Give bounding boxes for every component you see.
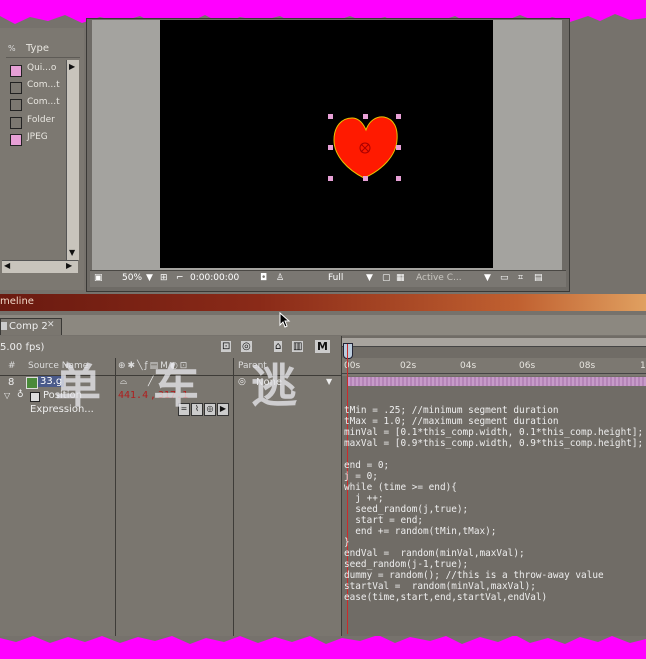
tab-comp-2[interactable]: Comp 2 ✕: [0, 318, 62, 335]
chevron-down-icon[interactable]: ▼: [326, 377, 332, 386]
always-preview-icon[interactable]: ▣: [94, 272, 103, 285]
fps-readout: 5.00 fps): [0, 342, 45, 353]
expression-line: end = 0;: [344, 460, 390, 471]
project-item[interactable]: Folder: [10, 115, 70, 129]
project-column-header: % Type: [6, 42, 80, 58]
snapshot-camera-icon[interactable]: ◘: [260, 272, 267, 285]
label-swatch: [10, 82, 22, 94]
project-item[interactable]: Qui...o: [10, 63, 70, 77]
type-column-header[interactable]: Type: [26, 43, 49, 54]
expression-line: maxVal = [0.9*this_comp.width, 0.9*this_…: [344, 438, 644, 449]
scroll-left-arrow-icon[interactable]: ◀: [4, 261, 10, 270]
comp-flowchart-icon[interactable]: ▤: [534, 272, 543, 285]
expression-line: j ++;: [344, 493, 384, 504]
scroll-right-arrow-icon[interactable]: ▶: [66, 261, 72, 270]
zoom-dropdown[interactable]: 50%: [122, 272, 142, 285]
footage-icon: [26, 377, 38, 389]
label-swatch: [10, 65, 22, 77]
project-item-type: Com...t: [27, 97, 60, 107]
timeline-titlebar: [0, 294, 646, 311]
project-item-type: JPEG: [27, 132, 48, 142]
label-swatch: [10, 117, 22, 129]
ruler-baseline: [342, 373, 646, 374]
mouse-cursor-icon: [279, 312, 291, 328]
expression-line: seed_random(j,true);: [344, 504, 469, 515]
chevron-down-icon[interactable]: ▼: [146, 272, 153, 285]
label-icon: %: [8, 44, 16, 53]
expression-line: start = end;: [344, 515, 424, 526]
ruler-tick-label: 06s: [519, 361, 536, 371]
fast-previews-icon[interactable]: ⌗: [518, 272, 523, 285]
show-snapshot-icon[interactable]: ♙: [276, 272, 284, 285]
label-swatch: [10, 134, 22, 146]
safe-zones-icon[interactable]: ⊞: [160, 272, 168, 285]
twirl-down-icon[interactable]: ▽: [4, 391, 10, 400]
expression-line: tMax = 1.0; //maximum segment duration: [344, 416, 559, 427]
expression-line: while (time >= end){: [344, 482, 457, 493]
project-item-type: Qui...o: [27, 63, 57, 73]
expression-line: }: [344, 537, 350, 548]
resolution-dropdown[interactable]: Full: [328, 272, 343, 285]
expression-enabled-icon[interactable]: [30, 392, 40, 402]
ruler-tick-label: 08s: [579, 361, 596, 371]
current-time-indicator-head[interactable]: [343, 343, 353, 359]
chevron-down-icon[interactable]: ▼: [484, 272, 491, 285]
chevron-down-icon[interactable]: ▼: [366, 272, 373, 285]
project-item-type: Folder: [27, 115, 55, 125]
column-divider: [341, 336, 342, 636]
view-layout-icon[interactable]: ▭: [500, 272, 509, 285]
ruler-tick-label: 1: [640, 361, 646, 371]
expression-line: tMin = .25; //minimum segment duration: [344, 405, 559, 416]
project-item[interactable]: JPEG: [10, 132, 70, 146]
expression-line: end += random(tMin,tMax);: [344, 526, 497, 537]
region-icon[interactable]: ⌐: [176, 272, 184, 285]
ruler-tick-label: 04s: [460, 361, 477, 371]
layer-duration-bar[interactable]: [348, 377, 646, 386]
timeline-title: meline: [0, 296, 34, 307]
expression-line: [344, 449, 644, 460]
expression-line: endVal = random(minVal,maxVal);: [344, 548, 525, 559]
stopwatch-icon[interactable]: ♁: [17, 390, 24, 400]
layer-number-header: #: [8, 361, 16, 371]
scroll-down-arrow-icon[interactable]: ▼: [69, 248, 75, 257]
watermark: 单 车 逃: [55, 359, 316, 413]
timecode-display[interactable]: 0:00:00:00: [190, 272, 239, 285]
expression-line: startVal = random(minVal,maxVal);: [344, 581, 536, 592]
expression-editor[interactable]: tMin = .25; //minimum segment duration tM…: [344, 405, 644, 603]
ruler-tick-label: 02s: [400, 361, 417, 371]
transparency-grid-icon[interactable]: ▦: [396, 272, 405, 285]
layer-number: 8: [8, 377, 15, 388]
project-vertical-scrollbar[interactable]: ▶ ▼: [66, 60, 79, 260]
composition-toolbar: ▣ 50% ▼ ⊞ ⌐ 0:00:00:00 ◘ ♙ Full ▼ ▢ ▦ Ac…: [90, 270, 566, 554]
label-swatch: [10, 99, 22, 111]
expression-line: seed_random(j-1,true);: [344, 559, 469, 570]
heart-layer[interactable]: [326, 112, 406, 188]
comp-icon: [1, 322, 7, 330]
expression-line: minVal = [0.1*this_comp.width, 0.1*this_…: [344, 427, 644, 438]
motion-blur-button[interactable]: M: [315, 340, 330, 353]
tab-close-icon[interactable]: ✕: [47, 320, 55, 330]
project-item[interactable]: Com...t: [10, 80, 70, 94]
tab-label: Comp 2: [9, 321, 48, 332]
camera-view-dropdown[interactable]: Active C...: [416, 272, 462, 285]
expression-line: ease(time,start,end,startVal,endVal): [344, 592, 548, 603]
work-area-bar[interactable]: [342, 338, 646, 347]
project-item[interactable]: Com...t: [10, 97, 70, 111]
scroll-right-arrow-icon[interactable]: ▶: [69, 62, 75, 71]
expression-line: j = 0;: [344, 471, 378, 482]
region-of-interest-icon[interactable]: ▢: [382, 272, 391, 285]
project-item-type: Com...t: [27, 80, 60, 90]
timeline-tabbar: [0, 315, 646, 335]
expression-line: dummy = random(); //this is a throw-away…: [344, 570, 604, 581]
project-horizontal-scrollbar[interactable]: ◀ ▶: [2, 260, 78, 273]
